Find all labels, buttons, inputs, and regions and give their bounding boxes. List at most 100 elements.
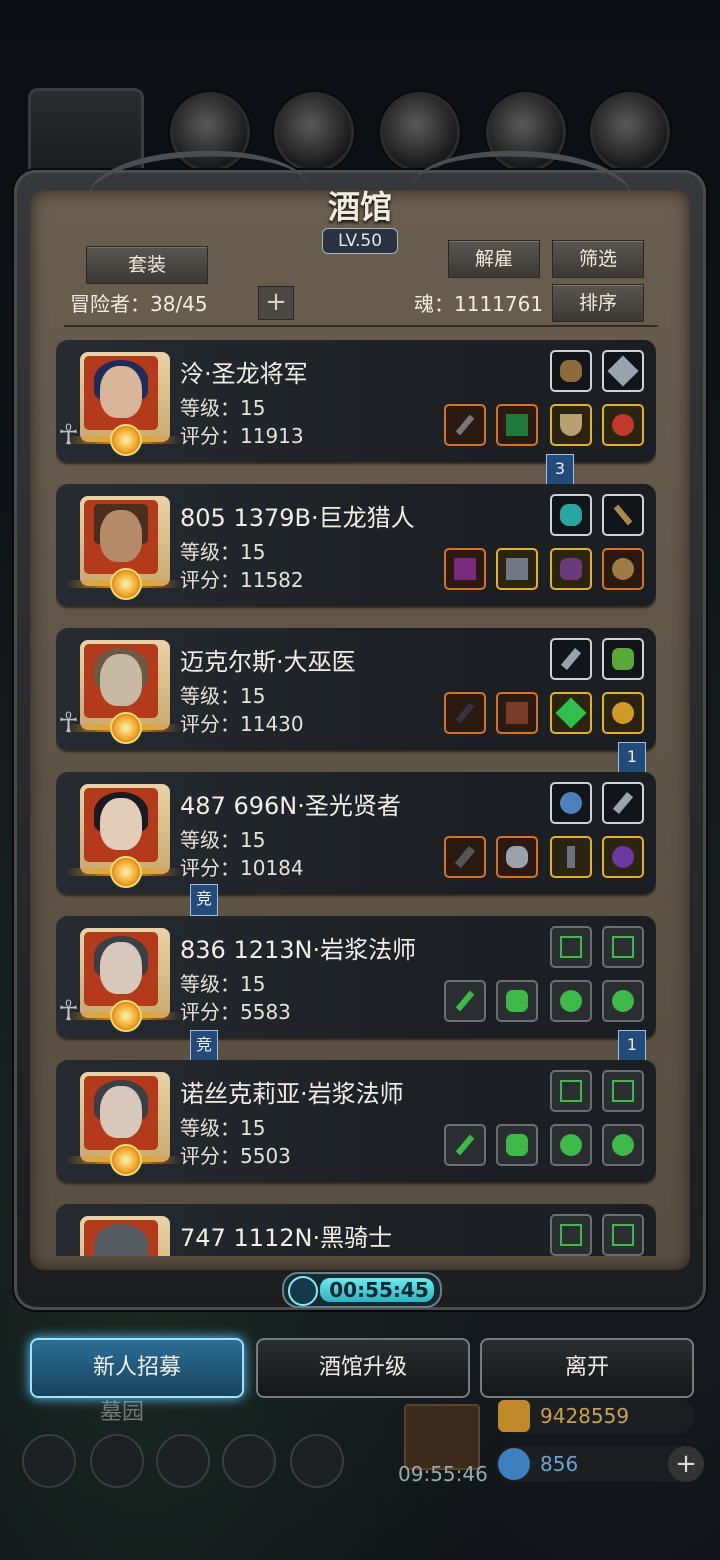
equip-slot-lantern-icon[interactable] xyxy=(602,638,644,680)
equip-slot-cross-icon[interactable] xyxy=(550,836,592,878)
gift-timer: 09:55:46 xyxy=(398,1462,488,1486)
empty-weapon-slot-icon[interactable] xyxy=(444,1124,486,1166)
hero-name: 836 1213N·岩浆法师 xyxy=(180,936,417,964)
running-figure-icon: ☥ xyxy=(58,418,79,451)
equip-slot-necklace-icon[interactable] xyxy=(550,782,592,824)
filter-button[interactable]: 筛选 xyxy=(552,240,644,278)
empty-accessory-slot-icon[interactable] xyxy=(602,1124,644,1166)
refresh-timer: 00:55:45 xyxy=(282,1272,442,1308)
hero-row[interactable]: 747 1112N·黑骑士 xyxy=(56,1204,656,1256)
location-label: 墓园 xyxy=(100,1400,145,1425)
equip-slot-crystal-icon[interactable] xyxy=(602,350,644,392)
equip-slot-bracer-icon[interactable] xyxy=(550,548,592,590)
equip-slot-dagger-icon[interactable] xyxy=(602,494,644,536)
equip-slot-ring-icon[interactable] xyxy=(602,404,644,446)
equip-slot-emerald-icon[interactable] xyxy=(550,692,592,734)
empty-armor-slot-icon[interactable] xyxy=(496,1124,538,1166)
hero-level: 等级：15 xyxy=(180,828,266,852)
outfit-button[interactable]: 套装 xyxy=(86,246,208,284)
empty-accessory-slot-icon[interactable] xyxy=(550,980,592,1022)
hero-tag: 竞 xyxy=(190,884,218,916)
equip-slot-gem-icon[interactable] xyxy=(550,494,592,536)
add-gem-button[interactable]: + xyxy=(668,1446,704,1482)
menu-circle-4[interactable] xyxy=(222,1434,276,1488)
upgrade-tavern-button[interactable]: 酒馆升级 xyxy=(256,1338,470,1398)
hero-score: 评分：5503 xyxy=(180,1144,291,1168)
equip-slot-sword-icon[interactable] xyxy=(444,404,486,446)
hero-row[interactable]: ☥ 迈克尔斯·大巫医 等级：15 评分：11430 xyxy=(56,628,656,750)
empty-slot-icon[interactable] xyxy=(550,1214,592,1256)
hero-level: 等级：15 xyxy=(180,684,266,708)
equip-slot-bracer-icon[interactable] xyxy=(602,836,644,878)
equip-slot-mace-icon[interactable] xyxy=(444,836,486,878)
hero-tag: 1 xyxy=(618,1030,646,1062)
hero-score: 评分：10184 xyxy=(180,856,304,880)
top-tab-5[interactable] xyxy=(590,92,670,172)
timer-text: 00:55:45 xyxy=(329,1278,429,1302)
empty-accessory-slot-icon[interactable] xyxy=(550,1124,592,1166)
equip-slot-armor-icon[interactable] xyxy=(496,836,538,878)
equip-slot-knife-icon[interactable] xyxy=(602,782,644,824)
empty-slot-icon[interactable] xyxy=(550,926,592,968)
tavern-level-badge: LV.50 xyxy=(322,228,398,254)
equip-slot-armor-icon[interactable] xyxy=(496,548,538,590)
equip-slot-robe-icon[interactable] xyxy=(496,692,538,734)
equip-slot-ring-icon[interactable] xyxy=(602,692,644,734)
hero-score: 评分：11582 xyxy=(180,568,304,592)
menu-circle-3[interactable] xyxy=(156,1434,210,1488)
empty-armor-slot-icon[interactable] xyxy=(496,980,538,1022)
dismiss-button[interactable]: 解雇 xyxy=(448,240,540,278)
hero-level: 等级：15 xyxy=(180,540,266,564)
hero-row[interactable]: 805 1379B·巨龙猎人 等级：15 评分：11582 xyxy=(56,484,656,606)
hero-list[interactable]: ☥ 泠·圣龙将军 等级：15 评分：11913 3 805 1379B·巨龙猎人… xyxy=(56,338,656,1256)
hero-tag: 竞 xyxy=(190,1030,218,1062)
equip-slot-amulet-icon[interactable] xyxy=(602,548,644,590)
hero-name: 泠·圣龙将军 xyxy=(180,360,308,388)
star-icon xyxy=(110,424,142,456)
empty-slot-icon[interactable] xyxy=(602,926,644,968)
hero-row[interactable]: ☥ 泠·圣龙将军 等级：15 评分：11913 xyxy=(56,340,656,462)
adventurer-count: 冒险者：38/45 xyxy=(70,292,208,316)
running-figure-icon: ☥ xyxy=(58,706,79,739)
top-tab-2[interactable] xyxy=(274,92,354,172)
empty-weapon-slot-icon[interactable] xyxy=(444,980,486,1022)
recruit-button[interactable]: 新人招募 xyxy=(30,1338,244,1398)
hero-row[interactable]: ☥ 836 1213N·岩浆法师 等级：15 评分：5583 xyxy=(56,916,656,1038)
soul-count: 魂：1111761 xyxy=(414,292,544,316)
star-icon xyxy=(110,1000,142,1032)
gift-box-icon[interactable] xyxy=(404,1404,480,1470)
empty-slot-icon[interactable] xyxy=(602,1214,644,1256)
sort-button[interactable]: 排序 xyxy=(552,284,644,322)
add-adventurer-button[interactable]: + xyxy=(258,286,294,320)
hero-level: 等级：15 xyxy=(180,396,266,420)
equip-slot-crossbow-icon[interactable] xyxy=(444,548,486,590)
hero-name: 迈克尔斯·大巫医 xyxy=(180,648,356,676)
menu-circle-2[interactable] xyxy=(90,1434,144,1488)
equip-slot-armor-icon[interactable] xyxy=(496,404,538,446)
empty-accessory-slot-icon[interactable] xyxy=(602,980,644,1022)
equip-slot-shield-icon[interactable] xyxy=(550,404,592,446)
hero-name: 805 1379B·巨龙猎人 xyxy=(180,504,415,532)
leave-button[interactable]: 离开 xyxy=(480,1338,694,1398)
empty-slot-icon[interactable] xyxy=(602,1070,644,1112)
hero-score: 评分：11430 xyxy=(180,712,304,736)
equip-slot-knife-icon[interactable] xyxy=(550,638,592,680)
hero-level: 等级：15 xyxy=(180,1116,266,1140)
equip-slot-staff-icon[interactable] xyxy=(444,692,486,734)
gold-amount: 9428559 xyxy=(540,1404,630,1428)
empty-slot-icon[interactable] xyxy=(550,1070,592,1112)
equip-slot-potion-icon[interactable] xyxy=(550,350,592,392)
hero-row[interactable]: 487 696N·圣光贤者 等级：15 评分：10184 xyxy=(56,772,656,894)
menu-circle-5[interactable] xyxy=(290,1434,344,1488)
hero-portrait xyxy=(80,1216,170,1256)
hero-name: 487 696N·圣光贤者 xyxy=(180,792,401,820)
hero-row[interactable]: 诺丝克莉亚·岩浆法师 等级：15 评分：5503 xyxy=(56,1060,656,1182)
hero-name: 747 1112N·黑骑士 xyxy=(180,1224,393,1252)
menu-circle-1[interactable] xyxy=(22,1434,76,1488)
star-icon xyxy=(110,712,142,744)
header-divider xyxy=(64,325,658,327)
hero-name: 诺丝克莉亚·岩浆法师 xyxy=(180,1080,404,1108)
clock-icon xyxy=(288,1276,318,1306)
gold-icon xyxy=(498,1400,530,1432)
gem-amount: 856 xyxy=(540,1452,579,1476)
